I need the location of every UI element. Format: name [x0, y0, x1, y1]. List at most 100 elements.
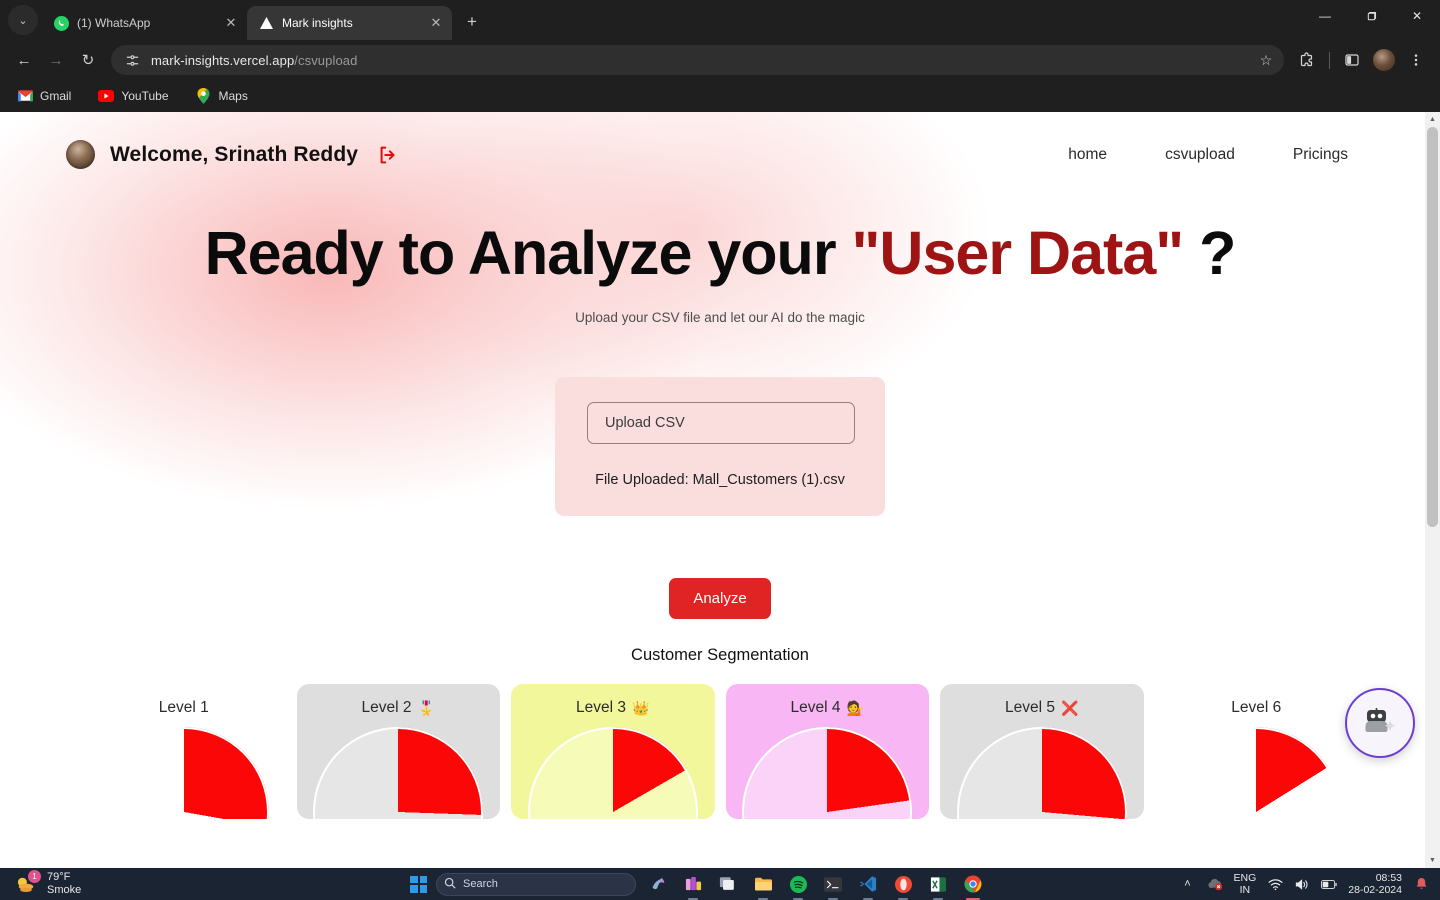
- opera-icon[interactable]: [890, 871, 916, 900]
- avatar: [66, 140, 95, 169]
- vscode-icon[interactable]: [855, 871, 881, 900]
- wifi-icon[interactable]: [1267, 876, 1283, 892]
- weather-text: 79°F Smoke: [47, 871, 81, 897]
- volume-icon[interactable]: [1294, 876, 1310, 892]
- segmentation-card: Level 2 🎖️: [296, 684, 500, 820]
- title-accent: "User Data": [851, 219, 1185, 287]
- bookmarks-bar: Gmail YouTube Maps: [0, 80, 1440, 112]
- site-header: Welcome, Srinath Reddy home csvupload Pr…: [0, 112, 1440, 169]
- page-title: Ready to Analyze your "User Data" ?: [204, 219, 1237, 287]
- segment-level-text: Level 2: [361, 699, 412, 717]
- address-bar[interactable]: mark-insights.vercel.app/csvupload ☆: [111, 45, 1284, 75]
- segment-emoji-icon: 💁: [846, 699, 864, 716]
- segmentation-card: Level 3 👑: [511, 684, 715, 820]
- tab-strip: ⌄ (1) WhatsApp ✕ Mark insights ✕ + — ✕: [0, 0, 1440, 40]
- url-text: mark-insights.vercel.app/csvupload: [151, 52, 358, 68]
- site-nav: home csvupload Pricings: [1068, 146, 1348, 164]
- forward-icon[interactable]: →: [41, 45, 71, 75]
- gmail-icon: [17, 88, 33, 104]
- tab-mark-insights[interactable]: Mark insights ✕: [247, 6, 452, 40]
- spotify-icon[interactable]: [785, 871, 811, 900]
- powerbi-icon[interactable]: [680, 871, 706, 900]
- terminal-icon[interactable]: [820, 871, 846, 900]
- pie-slice: [527, 727, 698, 820]
- pie-slice: [956, 727, 1127, 820]
- chevron-down-icon: ⌄: [18, 14, 28, 27]
- weather-condition: Smoke: [47, 884, 82, 896]
- segmentation-card: Level 6: [1154, 684, 1358, 820]
- scroll-up-arrow-icon[interactable]: ▲: [1425, 112, 1440, 127]
- tab-title: Mark insights: [282, 16, 353, 30]
- pie-slice: [98, 727, 269, 820]
- nav-item-pricings[interactable]: Pricings: [1293, 146, 1348, 164]
- segmentation-card: Level 1: [82, 684, 286, 820]
- browser-toolbar: ← → ↻ mark-insights.vercel.app/csvupload…: [0, 40, 1440, 80]
- scroll-down-arrow-icon[interactable]: ▼: [1425, 853, 1440, 868]
- windows-start-icon[interactable]: [410, 875, 427, 893]
- upload-csv-label: Upload CSV: [605, 415, 685, 432]
- bell-icon[interactable]: [1413, 876, 1429, 892]
- upload-status-text: File Uploaded: Mall_Customers (1).csv: [595, 472, 845, 489]
- nav-item-csvupload[interactable]: csvupload: [1165, 146, 1235, 164]
- logout-icon[interactable]: [377, 144, 399, 166]
- minimize-button[interactable]: —: [1302, 0, 1348, 32]
- welcome-text: Welcome, Srinath Reddy: [110, 142, 359, 166]
- upload-card: Upload CSV File Uploaded: Mall_Customers…: [555, 377, 885, 517]
- tab-search-button[interactable]: ⌄: [8, 5, 38, 35]
- pie-slice: [313, 727, 484, 820]
- new-tab-button[interactable]: +: [458, 8, 486, 36]
- tab-whatsapp[interactable]: (1) WhatsApp ✕: [42, 6, 247, 40]
- reload-icon[interactable]: ↻: [73, 45, 103, 75]
- task-view-icon[interactable]: [715, 871, 741, 897]
- nav-item-home[interactable]: home: [1068, 146, 1107, 164]
- taskbar-center: Search: [410, 871, 1180, 900]
- toolbar-divider: [1329, 51, 1330, 69]
- taskbar-clock[interactable]: 08:53 28-02-2024: [1348, 872, 1402, 896]
- upload-csv-input[interactable]: Upload CSV: [587, 402, 855, 445]
- taskbar-weather-widget[interactable]: 1 79°F Smoke: [0, 870, 410, 897]
- language-indicator[interactable]: ENG IN: [1234, 872, 1257, 896]
- segment-label: Level 5 ❌: [948, 699, 1136, 717]
- bookmark-gmail[interactable]: Gmail: [12, 85, 76, 107]
- bookmark-label: YouTube: [121, 89, 169, 103]
- window-controls: — ✕: [1302, 0, 1440, 40]
- profile-avatar[interactable]: [1369, 45, 1399, 75]
- analyze-button[interactable]: Analyze: [669, 578, 771, 620]
- chrome-icon[interactable]: [960, 871, 986, 900]
- excel-icon[interactable]: [925, 871, 951, 900]
- copilot-icon[interactable]: [645, 871, 671, 897]
- close-icon[interactable]: ✕: [223, 15, 239, 31]
- extensions-icon[interactable]: [1292, 45, 1322, 75]
- battery-icon[interactable]: [1321, 876, 1337, 892]
- vercel-triangle-icon: [258, 15, 274, 31]
- close-window-button[interactable]: ✕: [1394, 0, 1440, 32]
- hero-section: Ready to Analyze your "User Data" ? Uplo…: [0, 221, 1440, 325]
- page-settings-icon[interactable]: [124, 52, 141, 69]
- side-panel-icon[interactable]: [1337, 45, 1367, 75]
- segment-pie-chart: [313, 727, 484, 820]
- bookmark-star-icon[interactable]: ☆: [1254, 48, 1278, 72]
- ai-robot-icon[interactable]: [1345, 688, 1415, 758]
- analyze-area: Analyze: [0, 578, 1440, 620]
- weather-temp: 79°F: [47, 871, 71, 884]
- page-scrollbar[interactable]: ▲ ▼: [1425, 112, 1440, 868]
- youtube-icon: [98, 88, 115, 104]
- segment-label: Level 6: [1163, 699, 1351, 717]
- segment-pie-chart: [956, 727, 1127, 820]
- file-explorer-icon[interactable]: [750, 871, 776, 900]
- bookmark-maps[interactable]: Maps: [191, 85, 253, 107]
- segmentation-card: Level 5 ❌: [940, 684, 1144, 820]
- taskbar-search[interactable]: Search: [436, 872, 636, 896]
- windows-taskbar: 1 79°F Smoke Search ˄ ENG IN 08:53 28-02…: [0, 868, 1440, 900]
- hero-subtitle: Upload your CSV file and let our AI do t…: [575, 310, 865, 326]
- maximize-button[interactable]: [1348, 0, 1394, 32]
- segmentation-title: Customer Segmentation: [631, 646, 809, 665]
- tray-chevron-up-icon[interactable]: ˄: [1180, 876, 1196, 892]
- chrome-menu-icon[interactable]: [1401, 45, 1431, 75]
- brand-area: Welcome, Srinath Reddy: [66, 140, 399, 169]
- close-icon[interactable]: ✕: [428, 15, 444, 31]
- onedrive-error-icon[interactable]: [1207, 876, 1223, 892]
- back-icon[interactable]: ←: [9, 45, 39, 75]
- bookmark-youtube[interactable]: YouTube: [93, 85, 173, 107]
- scrollbar-thumb[interactable]: [1427, 127, 1438, 527]
